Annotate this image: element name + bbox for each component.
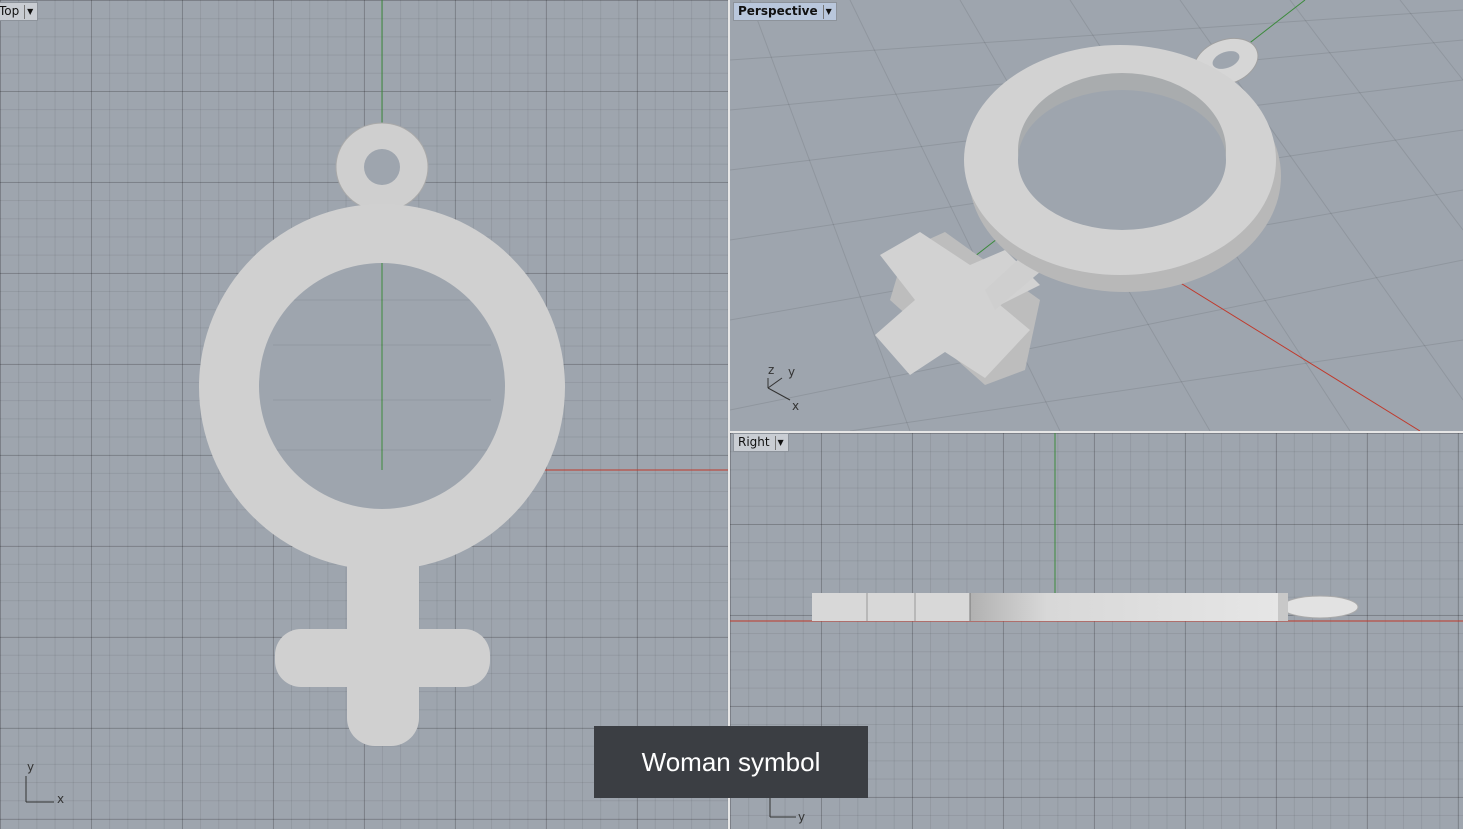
symbol-crossbar <box>275 629 490 687</box>
bail-hole <box>364 149 400 185</box>
caption-banner: Woman symbol <box>594 726 868 798</box>
axis-label-x: x <box>792 399 799 413</box>
persp-ring-hole <box>1018 90 1226 230</box>
axis-label-x: x <box>57 792 64 806</box>
right-profile-bail <box>1281 595 1359 619</box>
viewport-title-perspective: Perspective <box>738 4 818 18</box>
chevron-down-icon[interactable]: ▼ <box>774 435 786 450</box>
top-scene: y x <box>25 0 728 806</box>
viewport-top[interactable]: y x Top ▼ <box>0 0 728 829</box>
viewport-title-right: Right <box>738 435 770 449</box>
right-profile-cross <box>812 593 970 621</box>
axis-indicator-top: y x <box>25 760 64 806</box>
viewport-label-top[interactable]: Top ▼ <box>0 2 39 21</box>
viewport-perspective[interactable]: z y x Perspective ▼ <box>730 0 1463 431</box>
chevron-down-icon[interactable]: ▼ <box>24 4 35 19</box>
chevron-down-icon[interactable]: ▼ <box>822 4 834 19</box>
viewport-label-right[interactable]: Right ▼ <box>733 433 789 452</box>
viewport-title-top: Top <box>0 4 20 18</box>
perspective-scene: z y x <box>730 0 1463 431</box>
axis-label-y: y <box>788 365 795 379</box>
axis-label-y: y <box>798 810 805 824</box>
caption-text: Woman symbol <box>641 746 821 777</box>
axis-indicator-perspective: z y x <box>767 363 799 413</box>
viewport-label-perspective[interactable]: Perspective ▼ <box>733 2 837 21</box>
axis-label-y: y <box>27 760 34 774</box>
axis-label-z: z <box>768 363 774 377</box>
